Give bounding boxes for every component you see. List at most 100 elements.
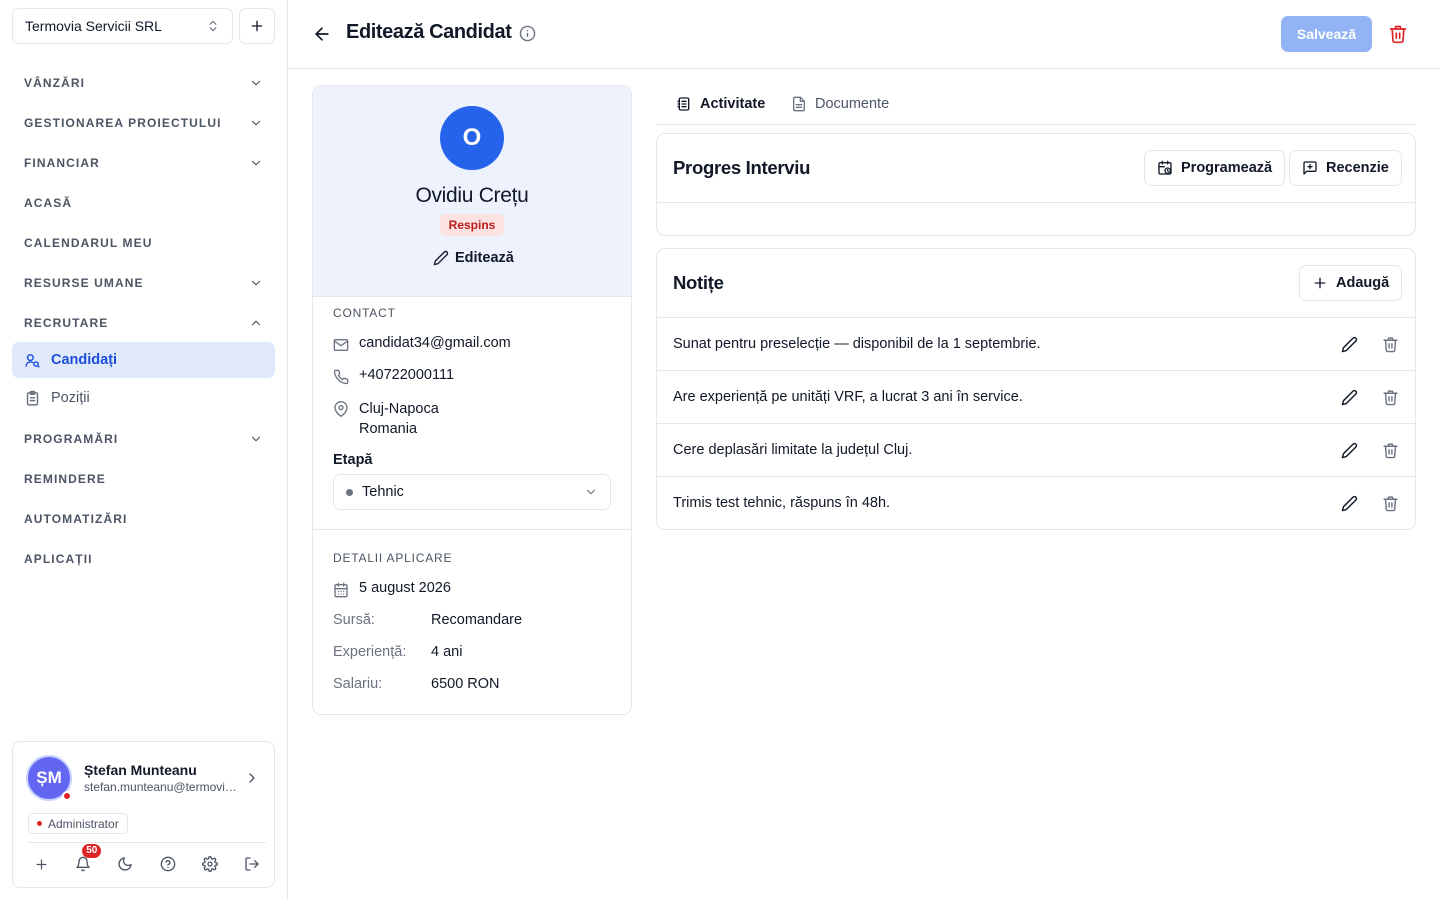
review-button[interactable]: Recenzie (1289, 150, 1402, 186)
sidebar-item-label: Candidați (51, 352, 118, 368)
notes-title: Notițe (673, 272, 724, 293)
message-plus-icon (1302, 160, 1318, 176)
nav-section-label: RESURSE UMANE (24, 276, 144, 290)
salary-value: 6500 RON (431, 676, 500, 692)
note-item: Cere deplasări limitate la județul Cluj. (657, 423, 1415, 476)
stage-label: Etapă (333, 452, 373, 468)
gear-icon[interactable] (198, 852, 222, 876)
trash-icon[interactable] (1382, 389, 1399, 406)
chevron-down-icon (249, 156, 263, 170)
sidebar-item-label: Poziții (51, 390, 90, 406)
page-title: Editează Candidat (346, 21, 512, 43)
chevron-down-icon (249, 116, 263, 130)
plus-icon (1312, 275, 1328, 291)
profile-header: O Ovidiu Crețu Respins Editează (313, 86, 631, 297)
save-button[interactable]: Salvează (1281, 16, 1372, 52)
document-icon (791, 96, 807, 112)
nav-item-remindere[interactable]: REMINDERE (12, 461, 275, 497)
nav-section-resurse-umane[interactable]: RESURSE UMANE (12, 265, 275, 301)
phone-icon (333, 369, 349, 385)
note-item: Sunat pentru preselecție — disponibil de… (657, 317, 1415, 370)
pencil-icon (433, 250, 449, 266)
note-text: Are experiență pe unități VRF, a lucrat … (673, 389, 1023, 405)
plus-icon[interactable] (29, 852, 53, 876)
pencil-icon[interactable] (1341, 389, 1358, 406)
company-name: Termovia Servicii SRL (25, 18, 162, 34)
trash-icon[interactable] (1388, 24, 1408, 44)
applied-date: 5 august 2026 (359, 580, 451, 596)
bell-icon[interactable]: 50 (71, 844, 102, 876)
role-label: Administrator (48, 816, 119, 831)
user-card: ȘM Ștefan Munteanu stefan.munteanu@termo… (12, 741, 275, 888)
nav-section-gestionarea-proiectului[interactable]: GESTIONAREA PROIECTULUI (12, 105, 275, 141)
trash-icon[interactable] (1382, 442, 1399, 459)
experience-value: 4 ani (431, 644, 463, 660)
salary-label: Salariu: (333, 676, 383, 692)
contact-location-row: Cluj-Napoca Romania (333, 399, 439, 439)
pencil-icon[interactable] (1341, 336, 1358, 353)
source-value: Recomandare (431, 612, 523, 628)
contact-email-row[interactable]: candidat34@gmail.com (333, 335, 511, 353)
interview-progress-card: Progres Interviu Programează Recenzie (656, 133, 1416, 236)
note-item: Are experiență pe unități VRF, a lucrat … (657, 370, 1415, 423)
trash-icon[interactable] (1382, 336, 1399, 353)
help-icon[interactable] (156, 852, 180, 876)
divider (28, 842, 266, 843)
moon-icon[interactable] (113, 852, 137, 876)
role-badge: Administrator (28, 813, 128, 834)
nav-section-vanzari[interactable]: VÂNZĂRI (12, 65, 275, 101)
presence-dot (62, 791, 72, 801)
tab-documente[interactable]: Documente (791, 96, 889, 112)
clipboard-icon (24, 390, 41, 407)
company-switcher[interactable]: Termovia Servicii SRL (12, 8, 233, 44)
map-pin-icon (333, 401, 349, 417)
nav-section-label: RECRUTARE (24, 316, 109, 330)
chevron-down-icon (584, 485, 598, 499)
nav-section-label: CALENDARUL MEU (24, 236, 153, 250)
nav-item-acasa[interactable]: ACASĂ (12, 185, 275, 221)
stage-select[interactable]: Tehnic (333, 474, 611, 510)
detail-tabs: Activitate Documente (656, 85, 1416, 125)
stage-dot (346, 488, 353, 496)
contact-title: CONTACT (333, 306, 396, 320)
divider (313, 529, 631, 530)
chevron-right-icon[interactable] (244, 770, 260, 786)
nav-item-aplicatii[interactable]: APLICAȚII (12, 541, 275, 577)
nav-section-financiar[interactable]: FINANCIAR (12, 145, 275, 181)
page-header: Editează Candidat Salvează (288, 0, 1440, 69)
candidate-avatar: O (440, 106, 504, 170)
contact-country: Romania (359, 421, 418, 437)
nav-section-programari[interactable]: PROGRAMĂRI (12, 421, 275, 457)
interview-title: Progres Interviu (673, 157, 811, 178)
add-note-button[interactable]: Adaugă (1299, 265, 1403, 301)
user-name: Ștefan Munteanu (84, 762, 197, 778)
divider (657, 202, 1415, 203)
contact-phone: +40722000111 (359, 367, 455, 383)
nav-item-calendarul-meu[interactable]: CALENDARUL MEU (12, 225, 275, 261)
nav-item-automatizari[interactable]: AUTOMATIZĂRI (12, 501, 275, 537)
candidate-name: Ovidiu Crețu (415, 184, 529, 207)
edit-label: Editează (455, 250, 514, 266)
edit-profile-button[interactable]: Editează (433, 250, 514, 266)
experience-label: Experiență: (333, 644, 407, 660)
sidebar-item-candidati[interactable]: Candidați (12, 342, 275, 378)
nav-section-label: GESTIONAREA PROIECTULUI (24, 116, 222, 130)
info-icon[interactable] (519, 25, 536, 42)
add-company-button[interactable] (239, 8, 275, 44)
sidebar-item-pozitii[interactable]: Poziții (12, 380, 275, 416)
notification-badge: 50 (82, 844, 102, 858)
user-search-icon (24, 352, 41, 369)
tab-activitate[interactable]: Activitate (676, 96, 765, 112)
schedule-button[interactable]: Programează (1144, 150, 1286, 186)
contact-phone-row[interactable]: +40722000111 (333, 367, 454, 385)
pencil-icon[interactable] (1341, 495, 1358, 512)
note-text: Sunat pentru preselecție — disponibil de… (673, 336, 1041, 352)
nav-section-recrutare[interactable]: RECRUTARE (12, 305, 275, 341)
pencil-icon[interactable] (1341, 442, 1358, 459)
calendar-icon (333, 582, 349, 598)
sidebar: Termovia Servicii SRL VÂNZĂRI GESTIONARE… (0, 0, 288, 900)
applied-date-row: 5 august 2026 (333, 580, 451, 598)
trash-icon[interactable] (1382, 495, 1399, 512)
back-arrow-icon[interactable] (312, 22, 332, 46)
logout-icon[interactable] (240, 852, 264, 876)
